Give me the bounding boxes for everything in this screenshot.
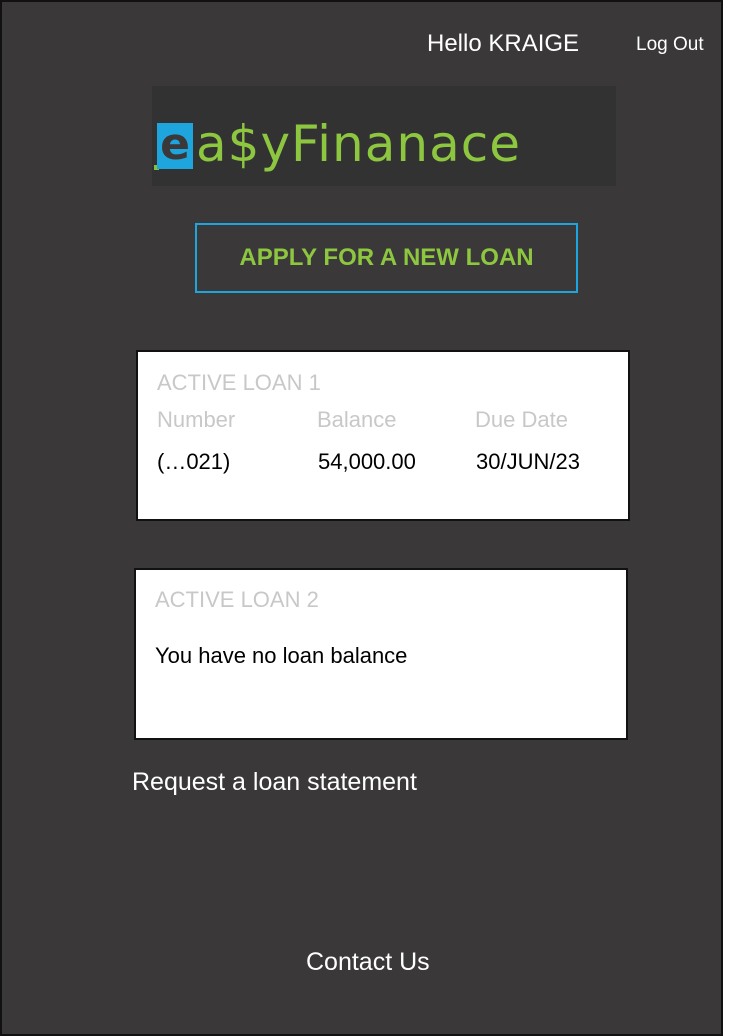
column-header-number: Number (157, 407, 236, 432)
request-statement-link[interactable]: Request a loan statement (132, 768, 417, 797)
loan-due-date-value: 30/JUN/23 (476, 449, 580, 474)
loan-card-title: ACTIVE LOAN 2 (155, 587, 319, 612)
active-loan-card-2: ACTIVE LOAN 2 You have no loan balance (134, 568, 628, 740)
logout-link[interactable]: Log Out (636, 34, 704, 56)
app-screen: Hello KRAIGE Log Out e a$yFinanace APPLY… (0, 0, 723, 1036)
apply-new-loan-button[interactable]: APPLY FOR A NEW LOAN (195, 223, 578, 293)
user-greeting: Hello KRAIGE (427, 30, 580, 57)
column-header-balance: Balance (317, 407, 397, 432)
column-header-due-date: Due Date (475, 407, 568, 432)
loan-number-value: (…021) (157, 449, 231, 474)
loan-balance-value: 54,000.00 (318, 449, 416, 474)
logo-wordmark: a$yFinanace (196, 115, 521, 173)
loan-card-title: ACTIVE LOAN 1 (157, 370, 321, 395)
logo-mark: e (157, 123, 193, 169)
active-loan-card-1[interactable]: ACTIVE LOAN 1 Number Balance Due Date (…… (136, 350, 630, 521)
no-balance-message: You have no loan balance (155, 643, 408, 668)
contact-us-link[interactable]: Contact Us (306, 948, 430, 977)
brand-logo: e a$yFinanace (152, 86, 616, 186)
